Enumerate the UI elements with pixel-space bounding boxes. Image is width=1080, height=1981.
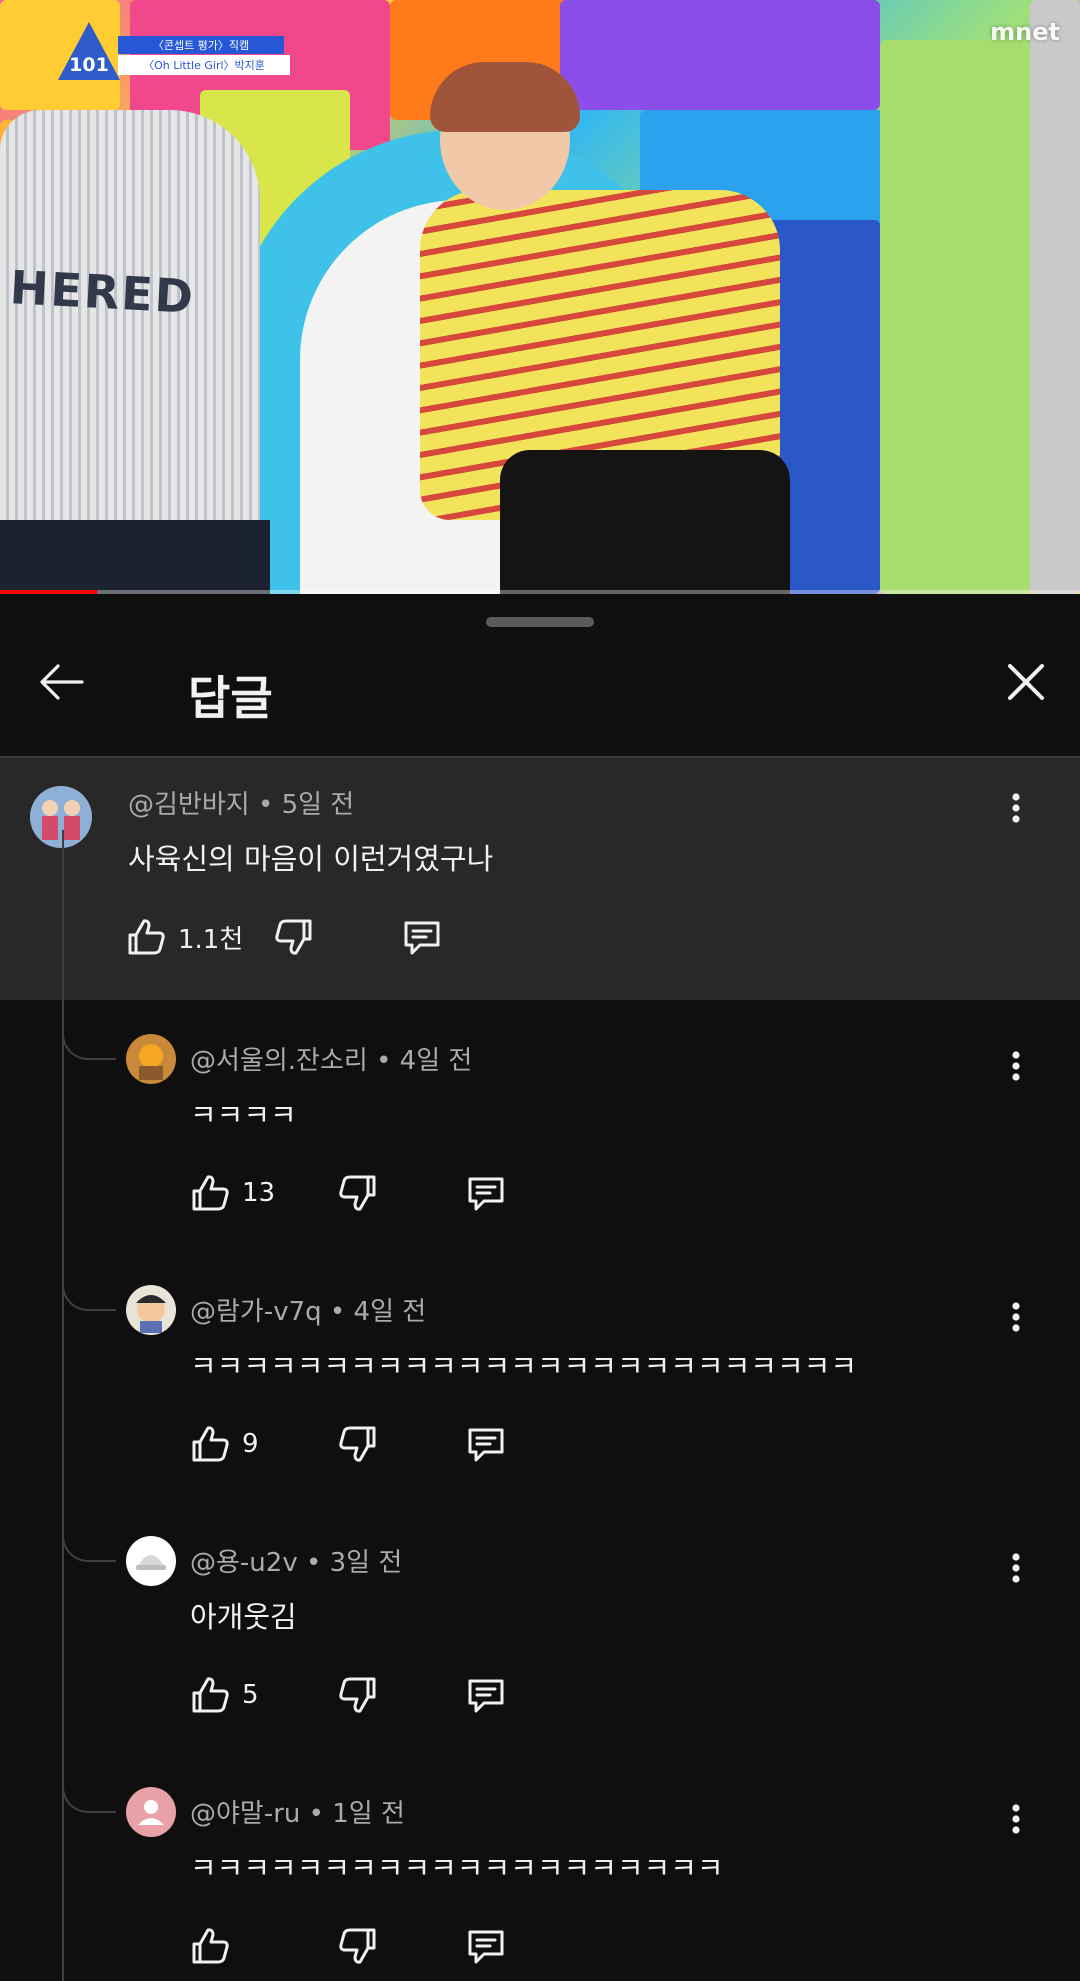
meta-separator: •	[308, 1799, 333, 1829]
like-button[interactable]	[188, 1921, 242, 1971]
video-dancer-left: HERED	[0, 110, 270, 594]
comment-meta: @서울의.잔소리 • 4일 전	[190, 1040, 472, 1077]
close-icon[interactable]	[996, 652, 1056, 712]
comment-actions: 9	[188, 1419, 528, 1469]
comment-actions: 5	[188, 1670, 528, 1720]
comment-text: 사육신의 마음이 이런거였구나	[128, 842, 494, 876]
thread-connector	[62, 1024, 116, 1060]
comment-icon	[468, 1930, 504, 1964]
meta-separator: •	[329, 1297, 354, 1327]
dancer-pants	[500, 450, 790, 594]
video-set-block	[880, 40, 1030, 594]
thumb-down-icon	[275, 919, 312, 955]
page-title: 답글	[188, 671, 273, 725]
more-vert-icon[interactable]	[996, 1297, 1036, 1337]
meta-separator: •	[305, 1548, 330, 1578]
meta-separator: •	[257, 790, 282, 820]
dislike-button[interactable]	[272, 912, 316, 962]
comment-icon	[468, 1679, 504, 1713]
thread-line	[62, 830, 64, 1981]
more-vert-icon[interactable]	[996, 1046, 1036, 1086]
video-dancer-center	[420, 62, 800, 594]
dancer-hair	[430, 62, 580, 132]
comment-author[interactable]: @야말-ru	[190, 1799, 300, 1829]
comment-author[interactable]: @용-u2v	[190, 1548, 298, 1578]
comment-author[interactable]: @서울의.잔소리	[190, 1046, 368, 1076]
comment-age: 1일 전	[332, 1799, 405, 1829]
like-count: 9	[242, 1429, 259, 1459]
thumb-up-icon	[192, 1928, 229, 1964]
sheet-header: 답글	[0, 594, 1080, 758]
thumb-down-icon	[339, 1928, 376, 1964]
reply-button[interactable]	[464, 1670, 508, 1720]
reply-button[interactable]	[464, 1168, 508, 1218]
channel-logo: mnet	[990, 18, 1060, 46]
avatar[interactable]	[126, 1536, 176, 1586]
comment-icon	[468, 1428, 504, 1462]
thread-connector	[62, 1526, 116, 1562]
comment-actions	[188, 1921, 528, 1971]
comment-meta: @야말-ru • 1일 전	[190, 1793, 405, 1830]
thumb-up-icon	[128, 919, 165, 955]
dislike-button[interactable]	[336, 1168, 380, 1218]
comment-icon	[404, 921, 440, 955]
thread-connector	[62, 1777, 116, 1813]
more-vert-icon[interactable]	[996, 1548, 1036, 1588]
comment-text: ㅋㅋㅋㅋㅋㅋㅋㅋㅋㅋㅋㅋㅋㅋㅋㅋㅋㅋㅋㅋ	[190, 1851, 724, 1885]
comment-text: ㅋㅋㅋㅋ	[190, 1098, 297, 1132]
comment-age: 4일 전	[353, 1297, 427, 1327]
parent-comment: @김반바지 • 5일 전 사육신의 마음이 이런거였구나 1.1천	[0, 758, 1080, 1000]
comment-age: 5일 전	[281, 790, 355, 820]
video-caption-line2: 〈Oh Little Girl〉박지훈	[118, 55, 290, 75]
comment-actions: 1.1천	[124, 912, 524, 962]
thumb-up-icon	[192, 1175, 229, 1211]
more-vert-icon[interactable]	[996, 1799, 1036, 1839]
dislike-button[interactable]	[336, 1921, 380, 1971]
comment-text: 아개웃김	[190, 1600, 297, 1634]
meta-separator: •	[376, 1046, 400, 1076]
video-caption-line1: 〈콘셉트 평가〉직캠	[118, 36, 284, 54]
replies-sheet: 답글 @김반바지 • 5일 전 사육신의 마음이 이런거였구나 1.1천 @서울…	[0, 594, 1080, 1981]
reply-button[interactable]	[400, 912, 444, 962]
dancer-pants	[0, 520, 270, 594]
comment-meta: @람가-v7q • 4일 전	[190, 1291, 426, 1328]
like-count: 13	[242, 1178, 276, 1208]
comment-meta: @김반바지 • 5일 전	[128, 784, 354, 821]
comment-text: ㅋㅋㅋㅋㅋㅋㅋㅋㅋㅋㅋㅋㅋㅋㅋㅋㅋㅋㅋㅋㅋㅋㅋㅋㅋ	[190, 1349, 858, 1383]
reply-button[interactable]	[464, 1419, 508, 1469]
thumb-down-icon	[339, 1175, 376, 1211]
reply-button[interactable]	[464, 1921, 508, 1971]
more-vert-icon[interactable]	[996, 788, 1036, 828]
avatar[interactable]	[126, 1787, 176, 1837]
like-count: 5	[242, 1680, 259, 1710]
arrow-left-icon[interactable]	[32, 652, 92, 712]
like-button[interactable]: 13	[188, 1168, 275, 1218]
avatar[interactable]	[126, 1285, 176, 1335]
dislike-button[interactable]	[336, 1670, 380, 1720]
avatar[interactable]	[30, 786, 92, 848]
thumb-up-icon	[192, 1426, 229, 1462]
comment-age: 4일 전	[399, 1046, 473, 1076]
thumb-up-icon	[192, 1677, 229, 1713]
like-button[interactable]: 9	[188, 1419, 259, 1469]
thumb-down-icon	[339, 1426, 376, 1462]
comment-icon	[468, 1177, 504, 1211]
video-set-block	[1030, 0, 1080, 594]
like-count: 1.1천	[178, 924, 244, 955]
shirt-text: HERED	[8, 260, 197, 324]
comment-author[interactable]: @김반바지	[128, 790, 250, 820]
comment-author[interactable]: @람가-v7q	[190, 1297, 322, 1327]
dislike-button[interactable]	[336, 1419, 380, 1469]
like-button[interactable]: 1.1천	[124, 912, 243, 962]
like-button[interactable]: 5	[188, 1670, 259, 1720]
comment-age: 3일 전	[329, 1548, 403, 1578]
avatar[interactable]	[126, 1034, 176, 1084]
video-player[interactable]: HERED 101 〈콘셉트 평가〉직캠 〈Oh Little Girl〉박지훈…	[0, 0, 1080, 594]
thread-connector	[62, 1275, 116, 1311]
comment-actions: 13	[188, 1168, 528, 1218]
comment-meta: @용-u2v • 3일 전	[190, 1542, 402, 1579]
thumb-down-icon	[339, 1677, 376, 1713]
